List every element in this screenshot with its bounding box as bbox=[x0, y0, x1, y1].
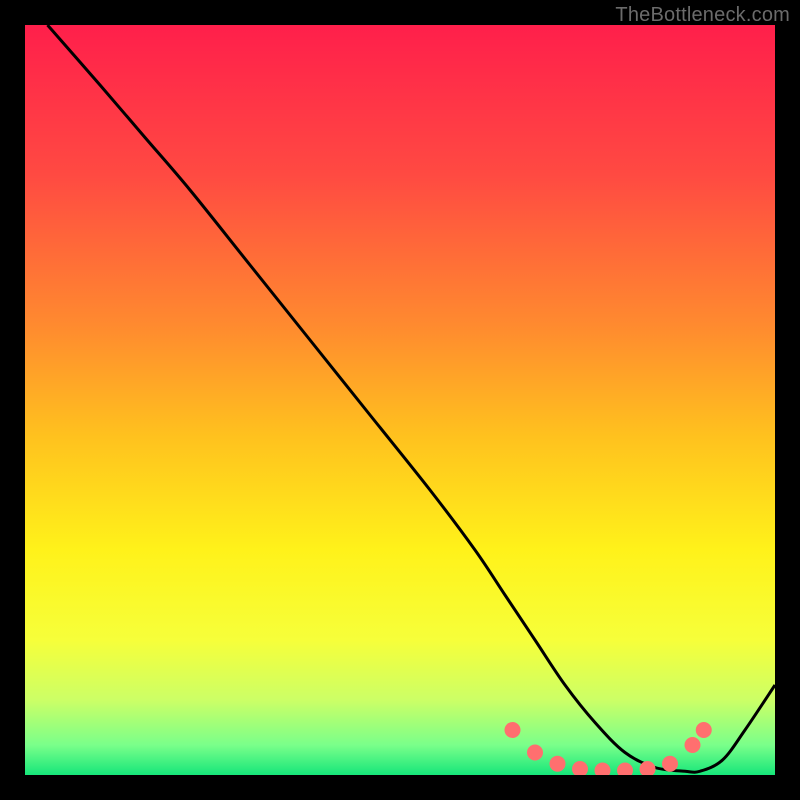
plot-area bbox=[25, 25, 775, 775]
background-gradient bbox=[25, 25, 775, 775]
watermark-text: TheBottleneck.com bbox=[615, 4, 790, 27]
chart-frame: TheBottleneck.com bbox=[0, 0, 800, 800]
